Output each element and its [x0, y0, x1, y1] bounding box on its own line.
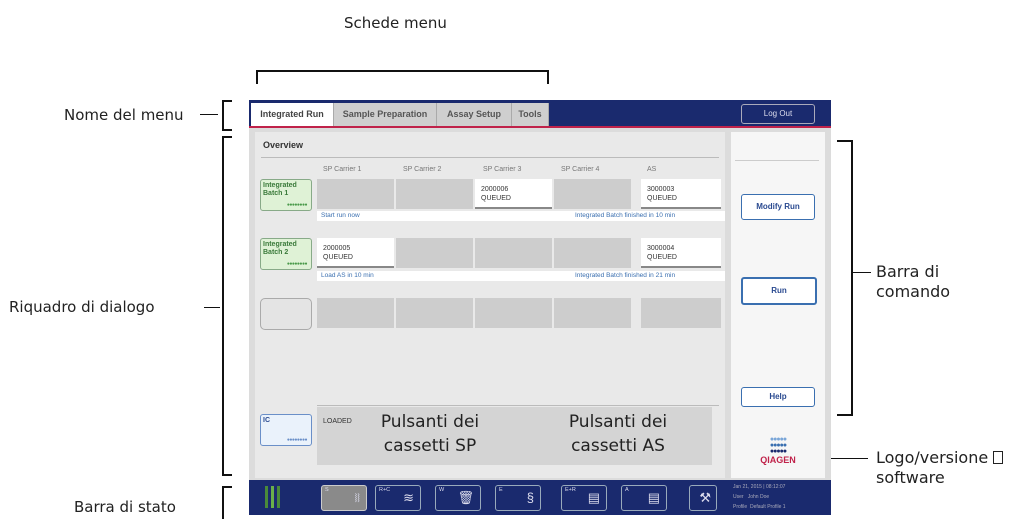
sp-slot[interactable] [396, 298, 473, 328]
drawer-w-button[interactable]: W 🗑 [435, 485, 481, 511]
ic-status: LOADED [323, 418, 352, 425]
as-slot[interactable]: 3000003 QUEUED [641, 179, 721, 209]
drawer-er-button[interactable]: E+R ▤ [561, 485, 607, 511]
waste-bin-icon: 🗑 [457, 490, 474, 505]
column-header: AS [647, 166, 657, 173]
barra-comando-label: Barra di comando [876, 262, 951, 301]
instrument-screen: Integrated Run Sample Preparation Assay … [249, 100, 831, 515]
overview-title: Overview [263, 140, 304, 150]
logo-versione-label: Logo/versione software [876, 448, 1004, 488]
tab-assay-setup[interactable]: Assay Setup [437, 103, 512, 126]
as-slot[interactable] [641, 298, 721, 328]
column-header: SP Carrier 2 [403, 166, 442, 173]
as-slot[interactable]: 3000004 QUEUED [641, 238, 721, 268]
drawer-grid-icon: ▤ [587, 490, 600, 505]
sp-slot[interactable]: 2000005 QUEUED [317, 238, 394, 268]
modify-run-button[interactable]: Modify Run [741, 194, 815, 220]
column-header: SP Carrier 1 [323, 166, 362, 173]
nome-menu-label: Nome del menu [64, 106, 184, 124]
pulsanti-sp-label: Pulsanti dei cassetti SP [365, 410, 495, 458]
ic-button[interactable]: IC ●●●●●●●● [260, 414, 312, 446]
tab-integrated-run[interactable]: Integrated Run [251, 103, 334, 126]
barra-stato-bracket [222, 486, 224, 519]
batch-2-button[interactable]: Integrated Batch 2 ●●●●●●●● [260, 238, 312, 270]
sp-slot[interactable]: 2000006 QUEUED [475, 179, 552, 209]
command-bar: Modify Run Run Help ●●●●● ●●●●● ●●●●● QI… [731, 132, 825, 478]
sp-slot[interactable] [396, 179, 473, 209]
schede-bracket [256, 70, 549, 72]
sp-slot[interactable] [554, 238, 631, 268]
logout-button[interactable]: Log Out [741, 104, 815, 124]
batch-1-button[interactable]: Integrated Batch 1 ●●●●●●●● [260, 179, 312, 211]
sp-slot[interactable] [317, 179, 394, 209]
drawer-e-button[interactable]: E § [495, 485, 541, 511]
status-user: User John Doe [733, 494, 770, 500]
door-icon[interactable] [263, 486, 285, 508]
tools-button[interactable]: ⚒ [689, 485, 717, 511]
help-button[interactable]: Help [741, 387, 815, 407]
drawer-s-button[interactable]: S ⧘⧘ [321, 485, 367, 511]
sp-slot[interactable] [317, 298, 394, 328]
sp-slot[interactable] [396, 238, 473, 268]
riquadro-label: Riquadro di dialogo [9, 298, 155, 316]
riquadro-bracket [222, 136, 224, 476]
barra-stato-label: Barra di stato [74, 498, 176, 516]
batch-3-button[interactable] [260, 298, 312, 330]
sp-slot[interactable] [475, 298, 552, 328]
drawer-rc-button[interactable]: R+C ≋ [375, 485, 421, 511]
tab-sample-preparation[interactable]: Sample Preparation [334, 103, 437, 126]
status-bar: S ⧘⧘ R+C ≋ W 🗑 E § E+R ▤ A ▤ ⚒ Jan 21, 2015 | … [249, 480, 831, 515]
comando-bracket [851, 140, 853, 416]
reagent-icon: ≋ [403, 490, 414, 505]
tab-tools[interactable]: Tools [512, 103, 549, 126]
tools-icon: ⚒ [699, 490, 711, 505]
batch-2-info-left: Load AS in 10 min [317, 271, 571, 281]
qiagen-logo: ●●●●● ●●●●● ●●●●● QIAGEN [760, 436, 796, 465]
sp-slot[interactable] [475, 238, 552, 268]
tube-rack-icon: ⧘⧘ [354, 490, 360, 505]
eluate-icon: § [526, 490, 534, 505]
sp-slot[interactable] [554, 298, 631, 328]
nome-bracket [222, 100, 224, 130]
column-header: SP Carrier 4 [561, 166, 600, 173]
status-date: Jan 21, 2015 | 08:12:07 [733, 484, 786, 490]
schede-menu-label: Schede menu [344, 14, 447, 32]
pulsanti-as-label: Pulsanti dei cassetti AS [558, 410, 678, 458]
menu-bar: Integrated Run Sample Preparation Assay … [249, 100, 831, 128]
batch-1-info-right: Integrated Batch finished in 10 min [571, 211, 725, 221]
run-button[interactable]: Run [741, 277, 817, 305]
sp-slot[interactable] [554, 179, 631, 209]
drawer-a-button[interactable]: A ▤ [621, 485, 667, 511]
batch-2-info-right: Integrated Batch finished in 21 min [571, 271, 725, 281]
column-header: SP Carrier 3 [483, 166, 522, 173]
batch-1-info-left: Start run now [317, 211, 571, 221]
drawer-grid-icon: ▤ [647, 490, 660, 505]
status-profile: Profile Default Profile 1 [733, 504, 786, 510]
